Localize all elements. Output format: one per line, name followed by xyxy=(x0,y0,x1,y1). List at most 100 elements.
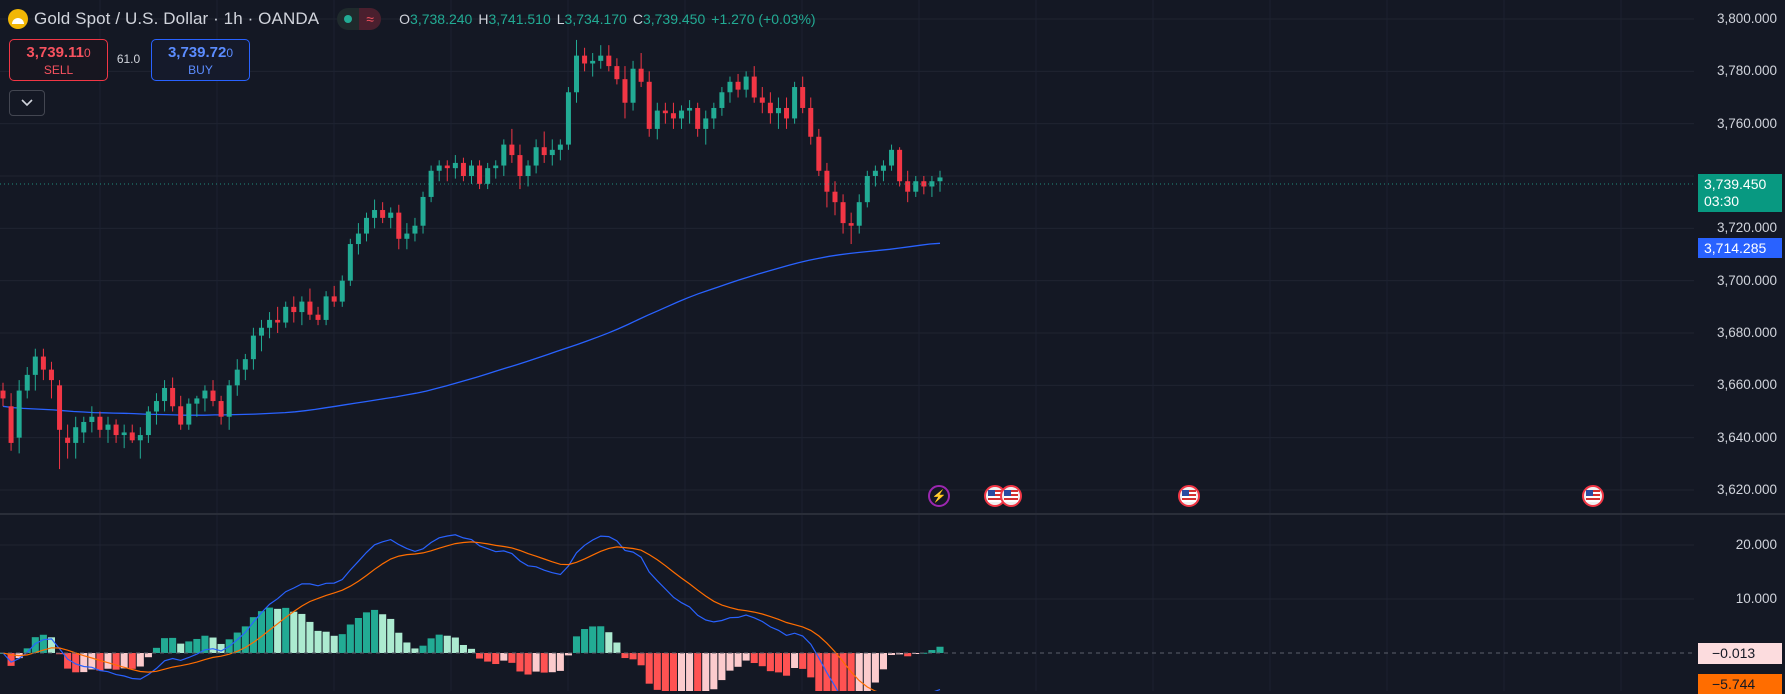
candle-body xyxy=(590,60,596,64)
candle-body xyxy=(412,225,418,234)
candle-body xyxy=(105,424,111,430)
candle-body xyxy=(16,390,22,438)
candle-body xyxy=(929,181,935,187)
current-price-tag: 3,739.450 03:30 xyxy=(1698,174,1782,212)
macd-histogram-bar xyxy=(112,653,120,670)
buy-label: BUY xyxy=(188,62,213,77)
collapse-button[interactable] xyxy=(9,90,45,116)
macd-histogram-bar xyxy=(936,646,944,653)
macd-histogram-bar xyxy=(144,653,152,658)
macd-histogram-bar xyxy=(435,634,443,653)
candle-body xyxy=(565,92,571,145)
candle-body xyxy=(775,107,781,114)
macd-histogram-bar xyxy=(879,653,887,670)
candle-body xyxy=(355,233,361,245)
price-axis-label: 3,680.000 xyxy=(1716,325,1777,340)
candle-body xyxy=(307,301,313,315)
candle-body xyxy=(97,416,103,430)
ohlc-open: O3,738.240 xyxy=(399,11,473,27)
candle-body xyxy=(824,170,830,192)
candle-body xyxy=(267,319,273,328)
sell-button[interactable]: 3,739.110 SELL xyxy=(9,39,108,81)
candle-body xyxy=(347,244,353,281)
candle-body xyxy=(622,79,628,103)
macd-histogram-bar xyxy=(742,653,750,661)
candle-body xyxy=(525,165,531,177)
macd-histogram-bar xyxy=(395,632,403,653)
candle-body xyxy=(145,411,151,436)
symbol-title[interactable]: Gold Spot / U.S. Dollar · 1h · OANDA xyxy=(34,9,319,29)
lightning-icon[interactable]: ⚡ xyxy=(928,485,950,507)
buy-button[interactable]: 3,739.720 BUY xyxy=(151,39,250,81)
candle-body xyxy=(751,76,757,98)
gold-logo-icon xyxy=(8,9,28,29)
macd-histogram-bar xyxy=(516,653,524,672)
chart-header: Gold Spot / U.S. Dollar · 1h · OANDA ≈ O… xyxy=(8,6,816,32)
us-flag-icon[interactable] xyxy=(1582,485,1604,507)
us-flag-icon[interactable] xyxy=(1000,485,1022,507)
candle-body xyxy=(856,202,862,226)
macd-histogram-bar xyxy=(726,653,734,671)
candle-body xyxy=(436,165,442,171)
candle-body xyxy=(331,296,337,302)
macd-histogram-bar xyxy=(484,653,492,662)
price-axis-label: 3,800.000 xyxy=(1716,11,1777,26)
macd-histogram-bar xyxy=(871,653,879,683)
macd-histogram-bar xyxy=(855,653,863,691)
candle-body xyxy=(921,181,927,187)
macd-histogram-bar xyxy=(387,618,395,653)
macd-histogram-bar xyxy=(629,653,637,660)
macd-histogram-bar xyxy=(354,617,362,653)
market-status-pill[interactable]: ≈ xyxy=(337,8,382,30)
candle-body xyxy=(129,432,135,441)
candle-body xyxy=(339,280,345,302)
macd-histogram-bar xyxy=(572,636,581,653)
macd-value-tag: −5.744 xyxy=(1698,674,1782,694)
candle-body xyxy=(485,168,491,184)
macd-histogram-bar xyxy=(411,648,419,653)
macd-histogram-bar xyxy=(169,637,177,653)
candle-body xyxy=(81,421,87,433)
chart-canvas[interactable] xyxy=(0,0,1785,691)
macd-histogram-bar xyxy=(403,642,411,653)
macd-axis-label: 20.000 xyxy=(1735,537,1777,552)
candle-body xyxy=(549,149,555,156)
macd-histogram-bar xyxy=(661,653,669,691)
candle-body xyxy=(840,202,846,224)
macd-histogram-bar xyxy=(653,653,661,690)
candle-body xyxy=(792,87,798,119)
candle-body xyxy=(638,68,644,82)
macd-histogram-bar xyxy=(718,653,726,681)
candle-body xyxy=(380,210,386,218)
macd-histogram-bar xyxy=(290,611,298,653)
macd-histogram-bar xyxy=(209,637,217,653)
candle-body xyxy=(218,401,224,417)
macd-histogram-bar xyxy=(104,653,112,669)
candle-body xyxy=(662,110,668,114)
macd-histogram-bar xyxy=(710,653,718,690)
chevron-down-icon xyxy=(21,99,33,107)
macd-histogram-bar xyxy=(581,629,589,653)
ma-polyline xyxy=(2,242,941,416)
candle-body xyxy=(670,113,676,119)
candle-body xyxy=(848,223,854,226)
candle-body xyxy=(727,81,733,93)
macd-histogram-bar xyxy=(702,653,710,691)
candle-body xyxy=(767,102,773,114)
candle-body xyxy=(654,110,660,129)
candle-body xyxy=(703,118,709,129)
moving-average-line xyxy=(2,242,941,416)
candle-body xyxy=(808,107,814,137)
candle-body xyxy=(420,196,426,226)
macd-histogram-bar xyxy=(694,653,702,691)
candle-body xyxy=(32,356,38,375)
candle-body xyxy=(363,217,369,234)
us-flag-icon[interactable] xyxy=(1178,485,1200,507)
wave-icon: ≈ xyxy=(359,8,382,30)
macd-histogram-bar xyxy=(677,653,686,691)
ohlc-low: L3,734.170 xyxy=(556,11,627,27)
candle-body xyxy=(234,369,240,386)
sell-price: 3,739.110 xyxy=(26,43,91,61)
macd-histogram-bar xyxy=(476,653,484,659)
macd-histogram-bar xyxy=(524,653,532,675)
